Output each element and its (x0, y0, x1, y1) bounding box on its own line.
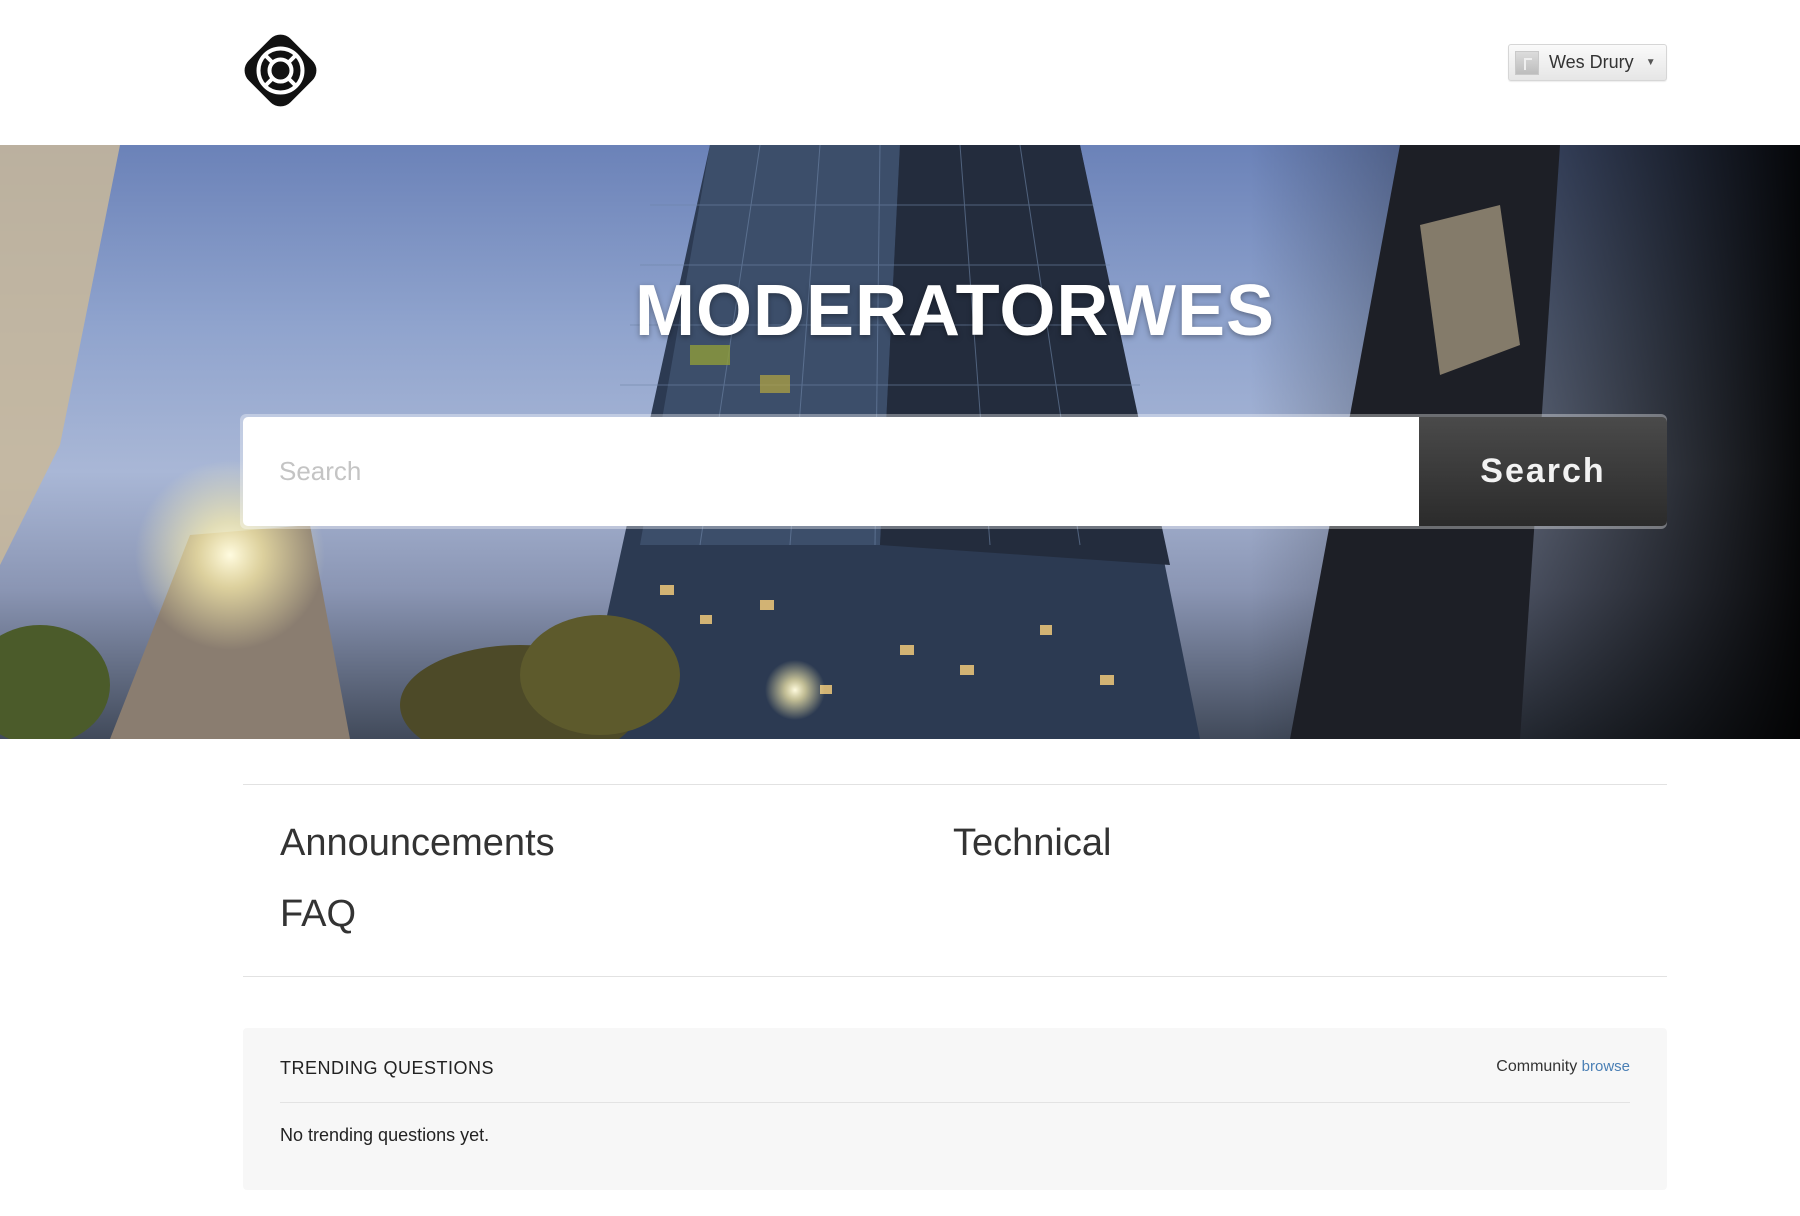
category-technical[interactable]: Technical (953, 822, 1111, 865)
page-title: MODERATORWES (634, 271, 1276, 351)
search-input[interactable] (243, 417, 1419, 526)
trending-title: TRENDING QUESTIONS (280, 1058, 495, 1078)
caret-down-icon: ▼ (1645, 57, 1656, 68)
site-header: Wes Drury ▼ (0, 0, 1800, 145)
search-bar: Search (240, 414, 1667, 529)
category-faq[interactable]: FAQ (280, 893, 356, 936)
trending-questions-panel: TRENDING QUESTIONS Community browse No t… (243, 1028, 1667, 1190)
community-label: Community (1496, 1058, 1578, 1075)
user-menu-dropdown[interactable]: Wes Drury ▼ (1508, 44, 1667, 81)
search-button[interactable]: Search (1419, 417, 1667, 526)
divider (280, 1102, 1630, 1103)
empty-message: No trending questions yet. (280, 1125, 490, 1145)
browse-link[interactable]: browse (1582, 1058, 1630, 1075)
divider (243, 976, 1667, 977)
divider (243, 784, 1667, 785)
trending-links: Community browse (1496, 1058, 1630, 1076)
user-name: Wes Drury (1549, 52, 1634, 72)
lifebuoy-logo-icon[interactable] (243, 33, 318, 108)
category-announcements[interactable]: Announcements (280, 822, 555, 865)
avatar (1515, 50, 1539, 75)
hero-banner: MODERATORWES Search (0, 145, 1800, 739)
